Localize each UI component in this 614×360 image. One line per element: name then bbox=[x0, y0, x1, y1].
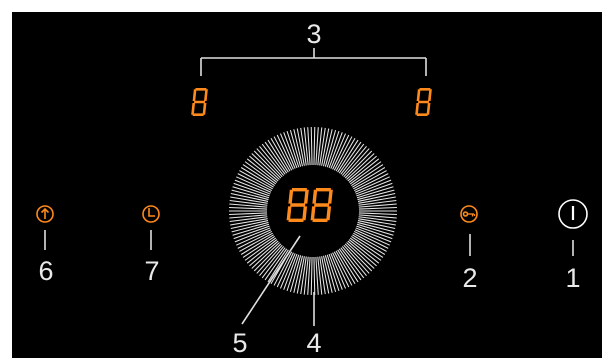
segment-d bbox=[288, 218, 304, 223]
segment-g bbox=[314, 203, 330, 207]
callout-1-label: 1 bbox=[565, 263, 580, 293]
segment-a bbox=[291, 188, 307, 192]
segment-d bbox=[312, 218, 328, 223]
callout-5-label: 5 bbox=[232, 328, 247, 358]
callout-6-label: 6 bbox=[38, 256, 53, 286]
segment-g bbox=[417, 100, 430, 104]
panel-background bbox=[12, 12, 602, 358]
segment-d bbox=[416, 113, 428, 116]
segment-a bbox=[419, 88, 431, 91]
segment-d bbox=[192, 113, 204, 116]
segment-g bbox=[290, 203, 306, 207]
callout-4-label: 4 bbox=[306, 328, 321, 358]
segment-a bbox=[195, 88, 207, 91]
cooktop-control-panel: 3 4 5 6 7 2 1 bbox=[12, 12, 602, 358]
segment-a bbox=[315, 188, 331, 192]
segment-g bbox=[193, 100, 206, 104]
callout-2-label: 2 bbox=[462, 263, 477, 293]
callout-7-label: 7 bbox=[144, 256, 159, 286]
callout-3-label: 3 bbox=[306, 19, 321, 49]
